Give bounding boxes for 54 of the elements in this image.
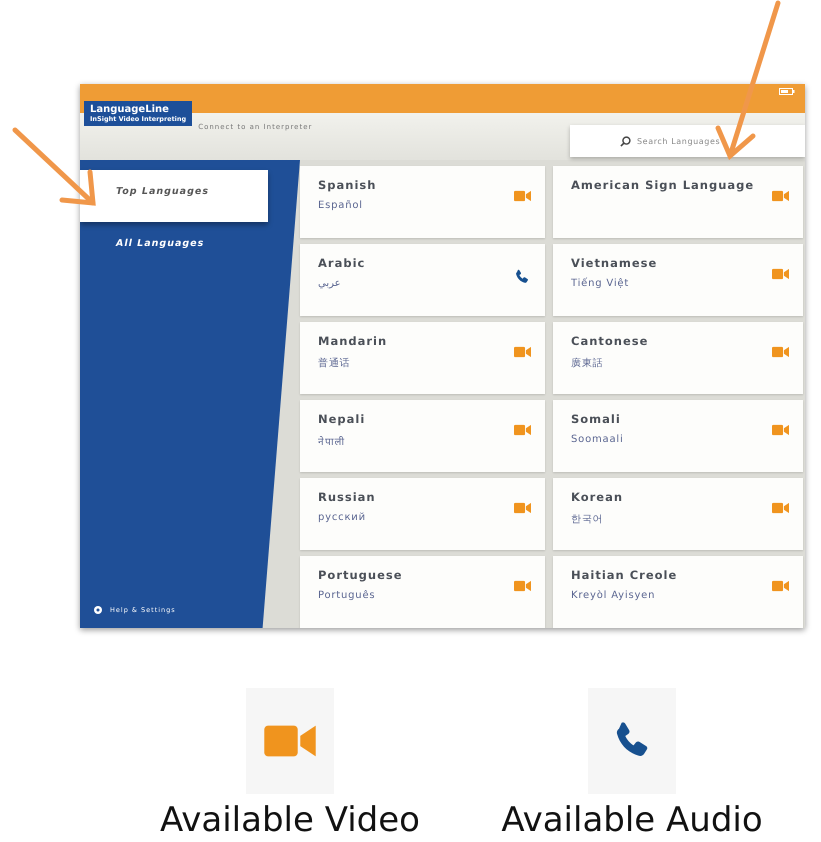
language-name: Somali <box>571 412 622 426</box>
video-camera-icon <box>514 580 531 592</box>
search-icon <box>620 136 631 147</box>
native-name: عربي <box>318 278 342 289</box>
language-name: Vietnamese <box>571 256 658 270</box>
language-card[interactable]: Spanish Español <box>300 166 545 238</box>
language-card[interactable]: Russian русский <box>300 478 545 550</box>
video-camera-icon <box>772 268 789 280</box>
battery-icon <box>779 88 795 95</box>
language-card[interactable]: Haitian Creole Kreyòl Ayisyen <box>553 556 803 628</box>
video-camera-icon <box>514 424 531 436</box>
language-card[interactable]: Portuguese Português <box>300 556 545 628</box>
video-camera-icon <box>264 723 316 759</box>
language-name: Korean <box>571 490 624 504</box>
language-card[interactable]: American Sign Language <box>553 166 803 238</box>
video-camera-icon <box>772 190 789 202</box>
language-name: Arabic <box>318 256 366 270</box>
video-camera-icon <box>772 502 789 514</box>
language-name: Mandarin <box>318 334 388 348</box>
video-camera-icon <box>514 190 531 202</box>
native-name: Português <box>318 590 376 601</box>
language-name: Russian <box>318 490 376 504</box>
native-name: 廣東話 <box>571 356 604 370</box>
language-name: Cantonese <box>571 334 648 348</box>
legend-label: Available Audio <box>501 800 763 840</box>
video-camera-icon <box>772 346 789 358</box>
language-card[interactable]: Nepali नेपाली <box>300 400 545 472</box>
video-camera-icon <box>514 346 531 358</box>
native-name: 한국어 <box>571 513 604 526</box>
legend-label: Available Video <box>160 800 420 840</box>
language-name: Nepali <box>318 412 366 426</box>
search-field[interactable]: Search Languages <box>570 125 805 158</box>
video-camera-icon <box>514 502 531 514</box>
native-name: Español <box>318 200 364 211</box>
native-name: русский <box>318 512 367 523</box>
video-camera-icon <box>772 580 789 592</box>
language-card[interactable]: Korean 한국어 <box>553 478 803 550</box>
phone-icon <box>513 268 531 286</box>
native-name: नेपाली <box>318 435 346 448</box>
native-name: 普通话 <box>318 356 352 370</box>
native-name: Soomaali <box>571 434 624 445</box>
video-camera-icon <box>772 424 789 436</box>
language-card[interactable]: Vietnamese Tiếng Việt <box>553 244 803 316</box>
language-card[interactable]: Somali Soomaali <box>553 400 803 472</box>
language-card[interactable]: Mandarin 普通话 <box>300 322 545 394</box>
language-name: American Sign Language <box>571 178 754 192</box>
language-name: Portuguese <box>318 568 403 582</box>
sidebar-tab[interactable]: Top Languages <box>80 170 268 222</box>
language-name: Spanish <box>318 178 376 192</box>
language-name: Haitian Creole <box>571 568 678 582</box>
sidebar-tab[interactable]: All Languages <box>80 222 268 274</box>
language-card[interactable]: Cantonese 廣東話 <box>553 322 803 394</box>
native-name: Kreyòl Ayisyen <box>571 590 656 601</box>
native-name: Tiếng Việt <box>571 278 630 289</box>
